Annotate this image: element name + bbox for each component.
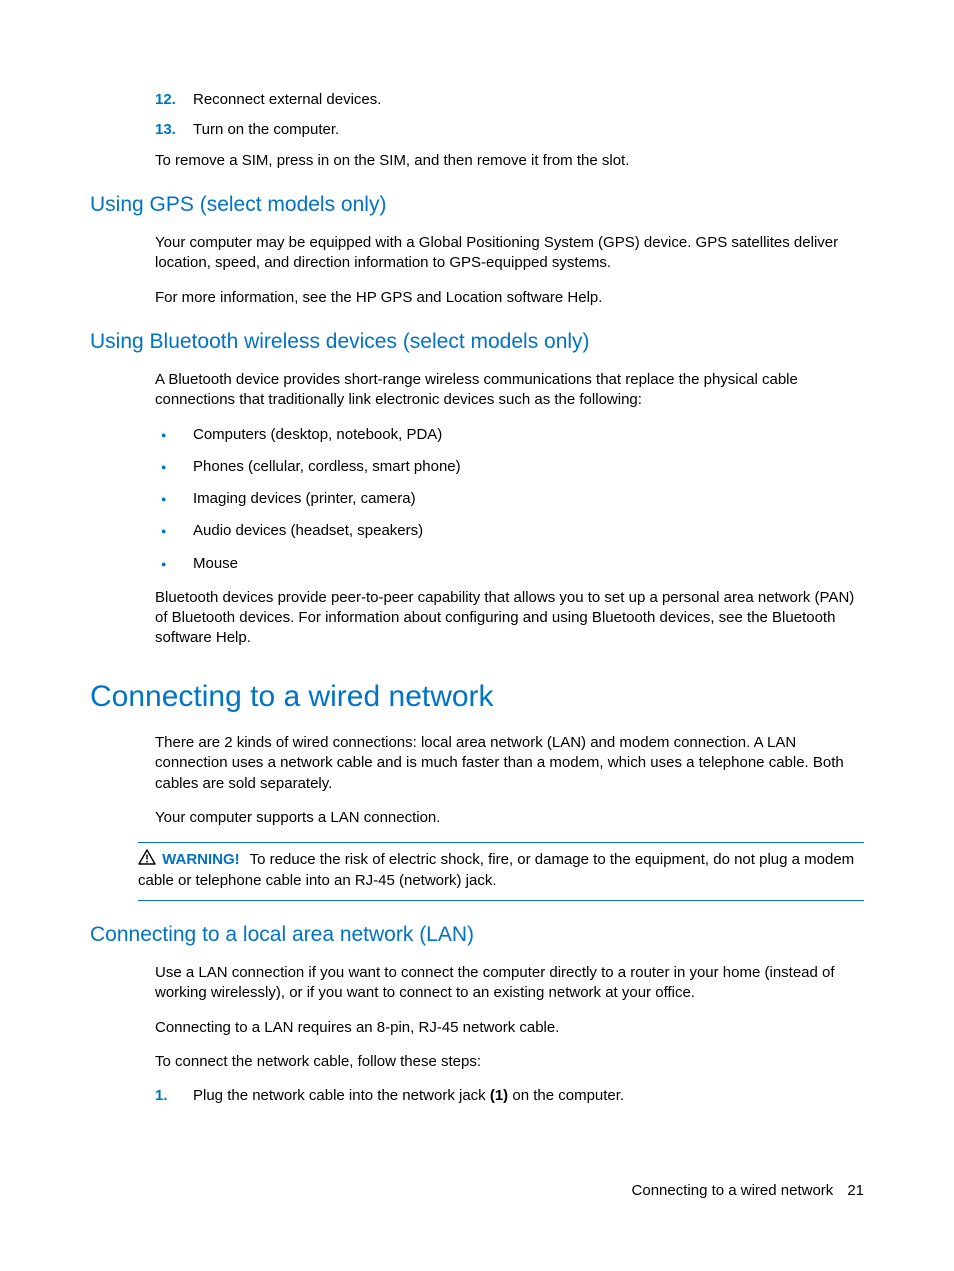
continued-steps: 12. Reconnect external devices. 13. Turn…	[155, 90, 864, 171]
page-content: 12. Reconnect external devices. 13. Turn…	[0, 0, 954, 1106]
lan-p2: Connecting to a LAN requires an 8-pin, R…	[155, 1018, 864, 1038]
bt-bullet-list: Computers (desktop, notebook, PDA) Phone…	[155, 425, 864, 574]
step-13: 13. Turn on the computer.	[155, 120, 864, 140]
lan-p1: Use a LAN connection if you want to conn…	[155, 963, 864, 1004]
step-12: 12. Reconnect external devices.	[155, 90, 864, 110]
step-number: 1.	[155, 1086, 193, 1106]
list-item: Audio devices (headset, speakers)	[155, 521, 864, 541]
step-number: 13.	[155, 120, 193, 140]
sim-remove-text: To remove a SIM, press in on the SIM, an…	[155, 151, 864, 171]
step-text: Turn on the computer.	[193, 120, 864, 140]
warning-box: WARNING!To reduce the risk of electric s…	[138, 842, 864, 901]
warning-icon	[138, 849, 156, 871]
step-text-pre: Plug the network cable into the network …	[193, 1087, 490, 1104]
list-item: Mouse	[155, 554, 864, 574]
heading-wired: Connecting to a wired network	[90, 677, 864, 718]
wired-p1: There are 2 kinds of wired connections: …	[155, 733, 864, 794]
bt-p2: Bluetooth devices provide peer-to-peer c…	[155, 588, 864, 649]
bluetooth-section: A Bluetooth device provides short-range …	[155, 370, 864, 649]
list-item: Imaging devices (printer, camera)	[155, 489, 864, 509]
step-text-bold: (1)	[490, 1087, 508, 1104]
list-item: Computers (desktop, notebook, PDA)	[155, 425, 864, 445]
gps-p2: For more information, see the HP GPS and…	[155, 288, 864, 308]
step-text-post: on the computer.	[508, 1087, 624, 1104]
warning-text: To reduce the risk of electric shock, fi…	[138, 851, 854, 889]
heading-lan: Connecting to a local area network (LAN)	[90, 921, 864, 949]
footer-page-number: 21	[847, 1182, 864, 1199]
wired-section: There are 2 kinds of wired connections: …	[155, 733, 864, 828]
lan-step-1: 1. Plug the network cable into the netwo…	[155, 1086, 864, 1106]
wired-p2: Your computer supports a LAN connection.	[155, 808, 864, 828]
step-number: 12.	[155, 90, 193, 110]
list-item: Phones (cellular, cordless, smart phone)	[155, 457, 864, 477]
step-text: Reconnect external devices.	[193, 90, 864, 110]
heading-gps: Using GPS (select models only)	[90, 191, 864, 219]
lan-section: Use a LAN connection if you want to conn…	[155, 963, 864, 1106]
step-text: Plug the network cable into the network …	[193, 1086, 864, 1106]
heading-bluetooth: Using Bluetooth wireless devices (select…	[90, 328, 864, 356]
page-footer: Connecting to a wired network 21	[632, 1181, 864, 1201]
warning-label: WARNING!	[162, 851, 240, 868]
lan-p3: To connect the network cable, follow the…	[155, 1052, 864, 1072]
gps-p1: Your computer may be equipped with a Glo…	[155, 233, 864, 274]
footer-title: Connecting to a wired network	[632, 1182, 834, 1199]
bt-p1: A Bluetooth device provides short-range …	[155, 370, 864, 411]
gps-section: Your computer may be equipped with a Glo…	[155, 233, 864, 308]
